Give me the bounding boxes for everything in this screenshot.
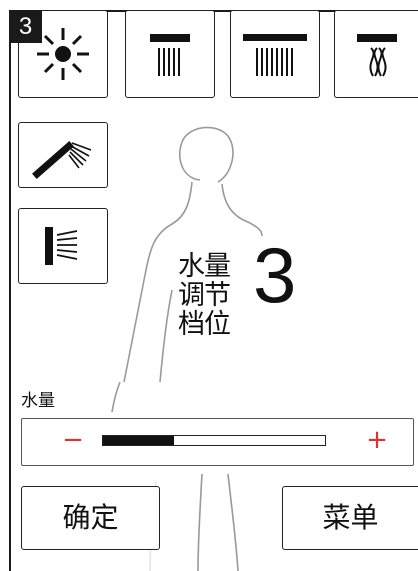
volume-fill	[103, 436, 175, 445]
sun-icon	[37, 28, 89, 80]
volume-track[interactable]	[102, 435, 326, 446]
hand-shower-icon	[32, 141, 92, 179]
increase-volume-button[interactable]: +	[362, 425, 392, 455]
waterfall-shower-icon	[356, 34, 397, 77]
caption-line-1: 水量	[178, 251, 231, 282]
mode-button-side-jet[interactable]	[18, 208, 108, 284]
volume-level-caption: 水量 调节 档位	[178, 251, 231, 340]
step-badge: 3	[9, 10, 42, 43]
volume-level-number: 3	[253, 231, 297, 319]
caption-line-3: 档位	[178, 309, 231, 340]
confirm-button[interactable]: 确定	[21, 486, 160, 550]
wide-rain-shower-icon	[243, 34, 307, 76]
mode-button-wide-rain[interactable]	[230, 10, 320, 98]
menu-button[interactable]: 菜单	[282, 486, 418, 550]
mode-button-rain[interactable]	[125, 10, 215, 98]
volume-slider[interactable]: − +	[21, 418, 414, 466]
mode-button-waterfall[interactable]	[334, 10, 418, 98]
mode-button-hand-shower[interactable]	[18, 122, 108, 188]
caption-line-2: 调节	[178, 280, 231, 311]
rain-shower-icon	[150, 34, 190, 76]
volume-label: 水量	[21, 391, 55, 411]
side-jet-icon	[45, 227, 78, 265]
decrease-volume-button[interactable]: −	[58, 425, 88, 455]
